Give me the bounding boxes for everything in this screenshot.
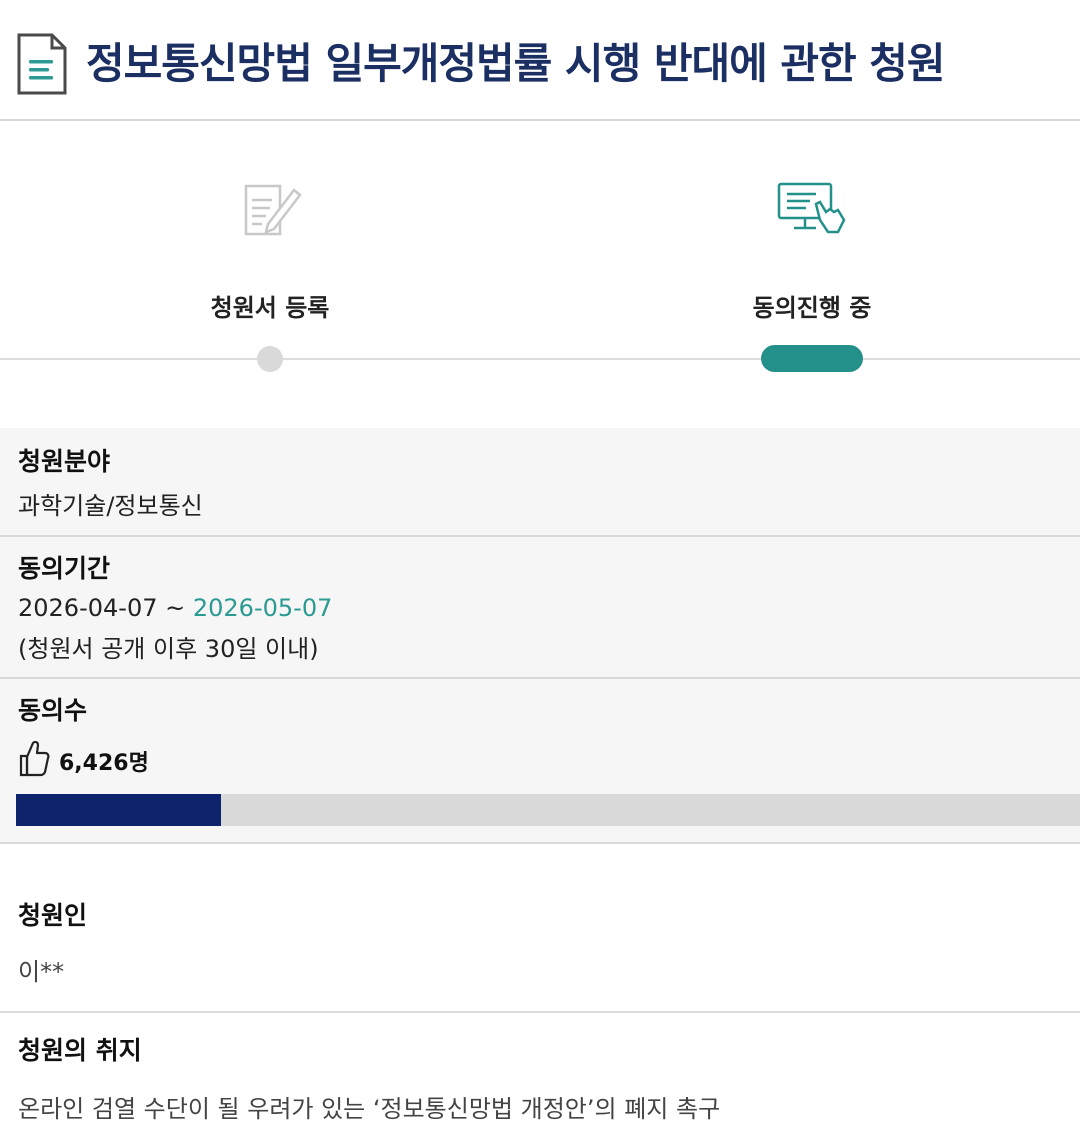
thumbs-up-icon: [19, 740, 50, 777]
page-title: 정보통신망법 일부개정법률 시행 반대에 관한 청원: [86, 39, 946, 88]
agree-period-section: 동의기간 2026-04-07 ~ 2026-05-07 (청원서 공개 이후 …: [0, 537, 1080, 679]
category-label: 청원분야: [18, 447, 111, 476]
progress-steps: 청원서 등록 동의진행 중: [0, 120, 1080, 410]
purpose-value: 온라인 검열 수단이 될 우려가 있는 ‘정보통신망법 개정안’의 폐지 촉구: [18, 1095, 721, 1123]
category-section: 청원분야 과학기술/정보통신: [0, 428, 1080, 537]
step-registered-label: 청원서 등록: [210, 294, 330, 322]
agree-period-note: (청원서 공개 이후 30일 이내): [18, 635, 319, 663]
agree-period-label: 동의기간: [18, 554, 111, 583]
step-in-progress-label: 동의진행 중: [752, 294, 872, 322]
agree-progress-fill: [16, 794, 222, 826]
agree-count-section: 동의수 6,426명: [0, 679, 1080, 844]
petitioner-value: 이**: [18, 958, 65, 986]
agree-count-label: 동의수: [18, 696, 88, 725]
category-value: 과학기술/정보통신: [18, 492, 203, 520]
purpose-label: 청원의 취지: [18, 1036, 142, 1065]
agree-period-end: 2026-05-07: [192, 594, 333, 622]
agree-count-value: 6,426명: [59, 751, 149, 776]
computer-hand-icon: [777, 182, 846, 234]
agree-progress-bar: [16, 794, 1080, 826]
step-dot-registered: [257, 346, 283, 372]
page-header: 정보통신망법 일부개정법률 시행 반대에 관한 청원: [0, 0, 1080, 121]
agree-period-range: 2026-04-07 ~ 2026-05-07: [18, 594, 332, 622]
agree-period-start: 2026-04-07: [18, 594, 158, 622]
agree-period-separator: ~: [165, 594, 186, 622]
section-divider: [0, 1011, 1080, 1013]
petitioner-label: 청원인: [18, 901, 88, 930]
document-icon: [17, 33, 67, 95]
step-track: [0, 358, 1080, 360]
edit-document-icon: [244, 184, 302, 236]
step-pill-current: [761, 345, 863, 372]
